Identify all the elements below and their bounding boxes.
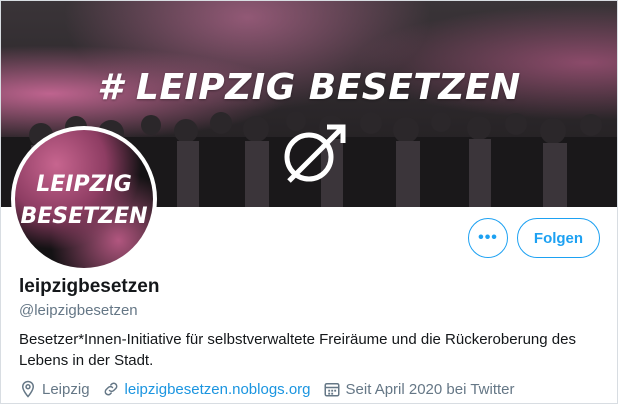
user-handle: @leipzigbesetzen [19,302,138,319]
follow-button[interactable]: Folgen [517,218,600,258]
website-item[interactable]: leipzigbesetzen.noblogs.org [102,380,311,398]
location-item: Leipzig [19,380,90,398]
link-icon [104,382,117,396]
squatter-symbol-icon [284,124,346,183]
profile-bio: Besetzer*Innen-Initiative für selbstverw… [19,331,576,369]
website-link[interactable]: leipzigbesetzen.noblogs.org [125,381,311,398]
calendar-icon [324,383,340,397]
location-text: Leipzig [42,380,90,398]
more-options-button[interactable]: ••• [468,218,508,258]
joined-text: Seit April 2020 bei Twitter [345,380,515,398]
avatar-text-line1: LEIPZIG [36,172,132,197]
location-pin-icon [21,380,35,398]
banner-title: # LEIPZIG BESETZEN [97,67,521,108]
display-name: leipzigbesetzen [19,276,160,297]
profile-meta: Leipzig leipzigbesetzen.noblogs.org Seit… [19,380,527,398]
avatar-image: LEIPZIG BESETZEN [15,130,153,268]
avatar[interactable]: LEIPZIG BESETZEN [11,126,157,272]
avatar-text-line2: BESETZEN [20,204,148,229]
joined-item: Seit April 2020 bei Twitter [323,380,515,398]
